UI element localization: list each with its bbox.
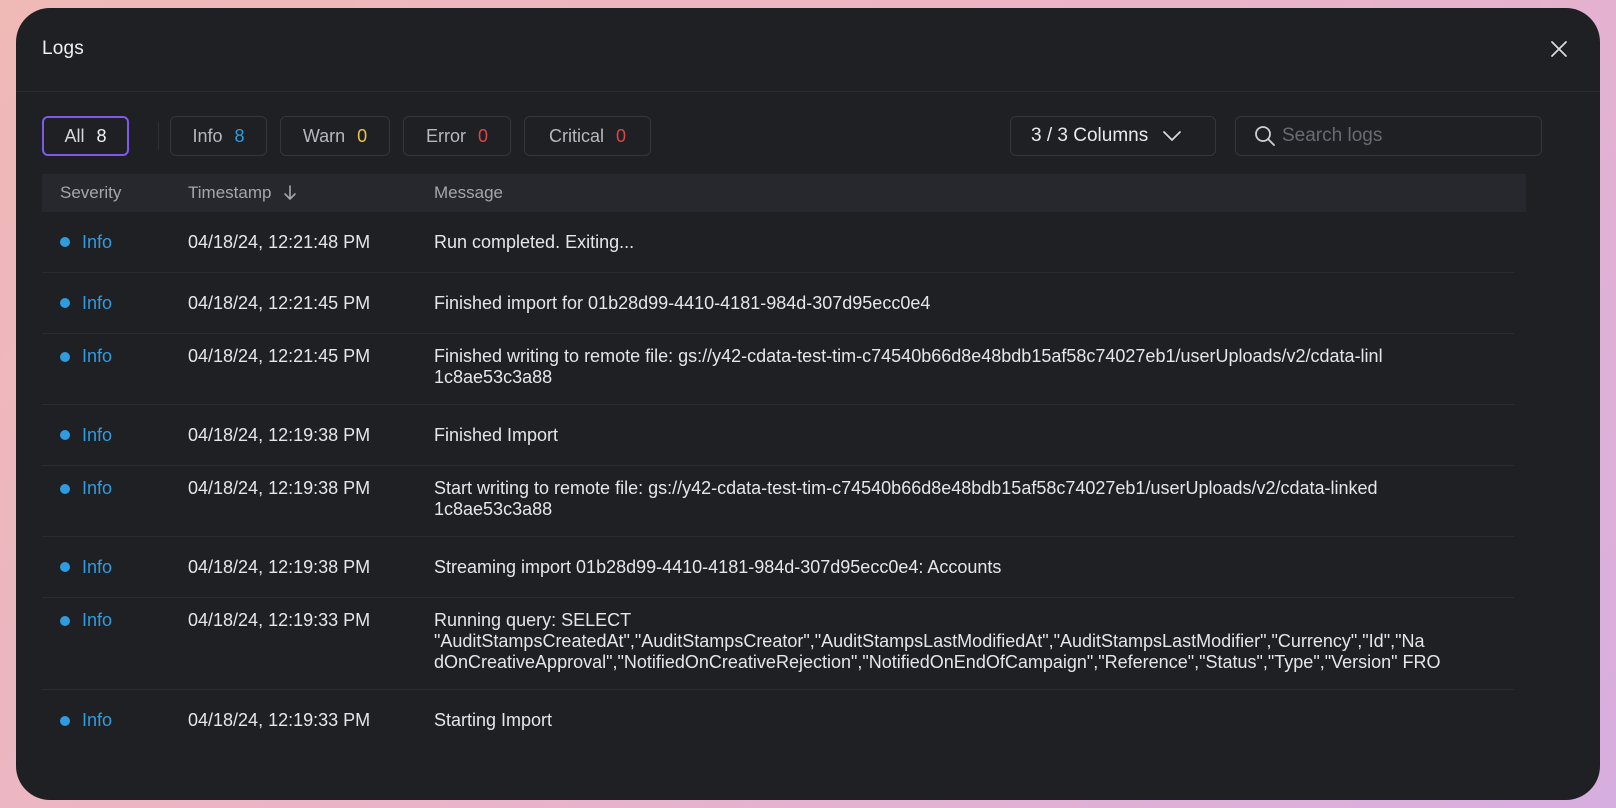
timestamp-cell: 04/18/24, 12:21:45 PM [188, 346, 371, 366]
severity-label: Info [82, 556, 113, 577]
columns-dropdown[interactable]: 3 / 3 Columns [1010, 116, 1216, 156]
column-header-severity[interactable]: Severity [42, 183, 188, 203]
timestamp-cell: 04/18/24, 12:19:33 PM [188, 610, 371, 630]
message-line: "AuditStampsCreatedAt","AuditStampsCreat… [434, 631, 1425, 651]
message-cell: Starting Import [434, 710, 1514, 731]
message-cell: Running query: SELECT "AuditStampsCreated… [434, 610, 1514, 673]
arrow-down-icon [284, 185, 297, 200]
message-line: dOnCreativeApproval","NotifiedOnCreative… [434, 652, 1441, 672]
filter-count: 0 [477, 125, 488, 146]
severity-cell: Info [42, 293, 188, 314]
timestamp-cell: 04/18/24, 12:19:33 PM [188, 710, 371, 730]
filter-count: 8 [96, 125, 107, 146]
message-line: Starting Import [434, 710, 553, 730]
filter-warn[interactable]: Warn 0 [280, 116, 390, 156]
table-row[interactable]: Info 04/18/24, 12:21:48 PM Run completed. … [42, 212, 1514, 273]
filter-critical[interactable]: Critical 0 [524, 116, 651, 156]
column-header-message[interactable]: Message [434, 183, 1526, 203]
search-input[interactable] [1282, 125, 1522, 147]
filter-label: All [64, 125, 85, 146]
search-box [1235, 116, 1542, 156]
timestamp-cell: 04/18/24, 12:19:38 PM [188, 478, 371, 498]
severity-dot-icon [60, 298, 70, 308]
table-row[interactable]: Info 04/18/24, 12:21:45 PM Finished import… [42, 273, 1514, 334]
close-icon [1551, 41, 1567, 57]
filter-label: Info [192, 125, 223, 146]
timestamp-cell: 04/18/24, 12:21:48 PM [188, 231, 371, 252]
filter-divider [158, 122, 159, 150]
timestamp-cell: 04/18/24, 12:21:45 PM [188, 292, 371, 313]
table-row[interactable]: Info 04/18/24, 12:19:38 PM Start writing t… [42, 466, 1514, 537]
severity-label: Info [82, 710, 113, 730]
severity-dot-icon [60, 237, 70, 247]
severity-dot-icon [60, 715, 70, 726]
severity-label: Info [82, 346, 113, 366]
message-cell: Start writing to remote file: gs://y42-c… [434, 478, 1514, 520]
filter-all[interactable]: All 8 [42, 116, 129, 156]
message-line: Streaming import 01b28d99-4410-4181-984d… [434, 556, 1002, 577]
toolbar: All 8 Info 8 Warn 0 Error 0 Critical 0 3… [42, 116, 1542, 156]
severity-cell: Info [42, 710, 188, 731]
message-line: 1c8ae53c3a88 [434, 367, 553, 387]
message-cell: Finished writing to remote file: gs://y4… [434, 346, 1514, 388]
message-line: Run completed. Exiting... [434, 231, 635, 252]
logs-modal: Logs All 8 Info 8 Warn 0 Error 0 Critica… [16, 8, 1600, 800]
filter-label: Critical [548, 125, 604, 146]
severity-dot-icon [60, 562, 70, 572]
table-row[interactable]: Info 04/18/24, 12:21:45 PM Finished writin… [42, 334, 1514, 405]
table-row[interactable]: Info 04/18/24, 12:19:38 PM Streaming impor… [42, 537, 1514, 598]
modal-title: Logs [42, 38, 85, 59]
table-body: Info 04/18/24, 12:21:48 PM Run completed. … [42, 212, 1526, 751]
filter-count: 8 [234, 125, 245, 146]
filter-label: Error [425, 125, 466, 146]
severity-dot-icon [60, 615, 70, 626]
severity-dot-icon [60, 430, 70, 440]
message-line: Running query: SELECT [434, 610, 632, 630]
column-header-timestamp[interactable]: Timestamp [188, 183, 434, 203]
modal-header: Logs [16, 8, 1600, 92]
filter-count: 0 [357, 125, 368, 146]
message-cell: Finished Import [434, 425, 1514, 446]
message-line: Finished Import [434, 424, 559, 445]
severity-label: Info [82, 478, 113, 498]
severity-cell: Info [42, 478, 188, 499]
message-line: Finished import for 01b28d99-4410-4181-9… [434, 292, 931, 313]
filter-label: Warn [302, 125, 346, 146]
close-button[interactable] [1548, 38, 1570, 60]
message-line: 1c8ae53c3a88 [434, 499, 553, 519]
message-cell: Finished import for 01b28d99-4410-4181-9… [434, 293, 1514, 314]
severity-cell: Info [42, 557, 188, 578]
severity-label: Info [82, 292, 113, 313]
column-header-timestamp-label: Timestamp [188, 183, 272, 202]
timestamp-cell: 04/18/24, 12:19:38 PM [188, 556, 371, 577]
logs-table: Severity Timestamp Message Info 04/18/24,… [42, 174, 1526, 751]
table-header: Severity Timestamp Message [42, 174, 1526, 212]
severity-label: Info [82, 610, 113, 630]
filter-info[interactable]: Info 8 [170, 116, 267, 156]
chevron-down-icon [1163, 131, 1182, 141]
severity-cell: Info [42, 610, 188, 631]
table-row[interactable]: Info 04/18/24, 12:19:38 PM Finished Import [42, 405, 1514, 466]
timestamp-cell: 04/18/24, 12:19:38 PM [188, 424, 371, 445]
severity-cell: Info [42, 232, 188, 253]
severity-cell: Info [42, 346, 188, 367]
message-cell: Streaming import 01b28d99-4410-4181-984d… [434, 557, 1514, 578]
filter-error[interactable]: Error 0 [403, 116, 511, 156]
filter-count: 0 [616, 125, 627, 146]
columns-dropdown-label: 3 / 3 Columns [1031, 125, 1149, 146]
message-line: Finished writing to remote file: gs://y4… [434, 346, 1383, 366]
message-cell: Run completed. Exiting... [434, 232, 1514, 253]
severity-dot-icon [60, 351, 70, 362]
message-line: Start writing to remote file: gs://y42-c… [434, 478, 1378, 498]
severity-dot-icon [60, 483, 70, 494]
search-icon [1255, 126, 1275, 146]
severity-label: Info [82, 231, 113, 252]
severity-cell: Info [42, 425, 188, 446]
table-row[interactable]: Info 04/18/24, 12:19:33 PM Starting Import [42, 690, 1514, 751]
table-row[interactable]: Info 04/18/24, 12:19:33 PM Running query: … [42, 598, 1514, 690]
severity-label: Info [82, 424, 113, 445]
